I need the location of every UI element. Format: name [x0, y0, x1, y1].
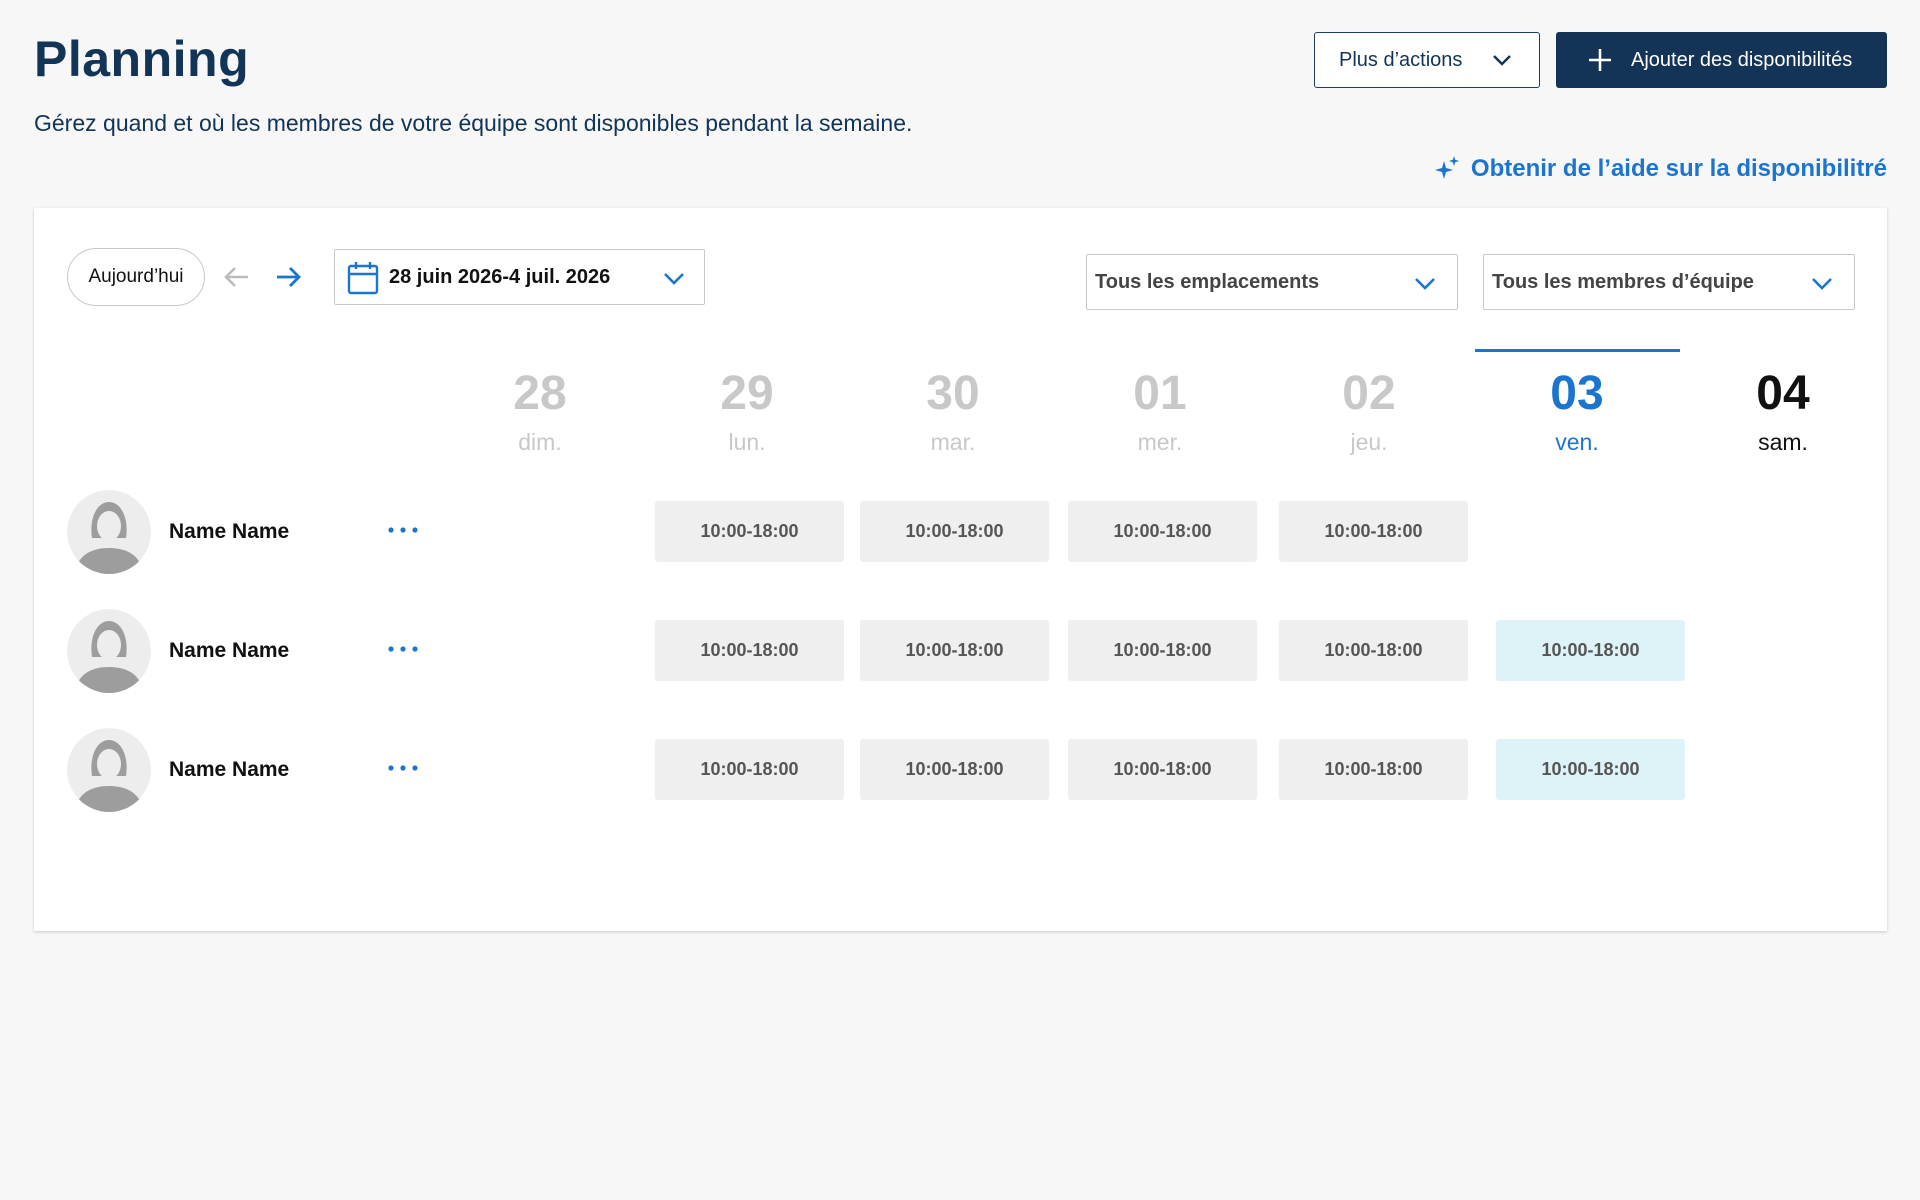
more-actions-button[interactable]: Plus d’actions	[1314, 32, 1540, 88]
member-name: Name Name	[169, 639, 290, 662]
add-availability-button[interactable]: Ajouter des disponibilités	[1556, 32, 1887, 88]
availability-slot[interactable]: 10:00-18:00	[655, 501, 844, 562]
day-number: 02	[1342, 367, 1396, 420]
page-subtitle: Gérez quand et où les membres de votre é…	[34, 110, 913, 136]
availability-slot[interactable]: 10:00-18:00	[1068, 501, 1257, 562]
avatar	[67, 609, 151, 693]
chevron-down-icon	[664, 273, 684, 285]
day-header: 29 lun.	[672, 367, 822, 456]
plus-icon	[1589, 49, 1611, 71]
availability-slot-today[interactable]: 10:00-18:00	[1496, 620, 1685, 681]
location-filter-dropdown[interactable]: Tous les emplacements	[1086, 254, 1458, 310]
day-name: dim.	[518, 428, 562, 455]
chevron-down-icon	[1493, 55, 1511, 66]
availability-slot[interactable]: 10:00-18:00	[655, 739, 844, 800]
availability-slot[interactable]: 10:00-18:00	[1279, 739, 1468, 800]
member-name: Name Name	[169, 758, 290, 781]
more-options-icon[interactable]	[386, 637, 420, 661]
day-name: ven.	[1555, 428, 1599, 455]
date-range-label: 28 juin 2026-4 juil. 2026	[389, 266, 611, 288]
team-filter-label: Tous les membres d’équipe	[1492, 271, 1754, 293]
day-name: mer.	[1137, 428, 1183, 455]
member-name: Name Name	[169, 520, 290, 543]
availability-slot[interactable]: 10:00-18:00	[655, 620, 844, 681]
day-header: 28 dim.	[465, 367, 615, 456]
more-options-icon[interactable]	[386, 756, 420, 780]
day-number: 01	[1133, 367, 1187, 420]
help-link-label: Obtenir de l’aide sur la disponibilitré	[1470, 155, 1887, 182]
arrow-right-icon[interactable]	[274, 263, 302, 291]
day-header: 04 sam.	[1708, 367, 1858, 456]
day-header: 30 mar.	[878, 367, 1028, 456]
schedule-card: Aujourd’hui 28 juin 2026-4 juil. 2026 To…	[34, 208, 1887, 931]
sparkle-icon	[1434, 156, 1459, 179]
chevron-down-icon	[1812, 278, 1832, 290]
calendar-icon	[347, 262, 379, 295]
chevron-down-icon	[1415, 278, 1435, 290]
availability-slot[interactable]: 10:00-18:00	[860, 739, 1049, 800]
availability-slot[interactable]: 10:00-18:00	[860, 620, 1049, 681]
member-row: Name Name 10:00-18:00 10:00-18:00 10:00-…	[34, 609, 1887, 699]
day-name: mar.	[930, 428, 976, 455]
user-avatar-icon	[67, 490, 151, 574]
day-name: jeu.	[1350, 428, 1388, 455]
user-avatar-icon	[67, 609, 151, 693]
day-header-today: 03 ven.	[1502, 367, 1652, 456]
help-link[interactable]: Obtenir de l’aide sur la disponibilitré	[1433, 155, 1887, 183]
availability-slot[interactable]: 10:00-18:00	[1279, 620, 1468, 681]
day-number: 29	[720, 367, 774, 420]
availability-slot[interactable]: 10:00-18:00	[860, 501, 1049, 562]
availability-slot[interactable]: 10:00-18:00	[1068, 739, 1257, 800]
more-options-icon[interactable]	[386, 518, 420, 542]
today-indicator	[1475, 349, 1680, 352]
day-number: 04	[1756, 367, 1810, 420]
day-number: 28	[513, 367, 567, 420]
day-name: sam.	[1758, 428, 1808, 455]
avatar	[67, 728, 151, 812]
avatar	[67, 490, 151, 574]
day-header: 01 mer.	[1085, 367, 1235, 456]
add-availability-label: Ajouter des disponibilités	[1631, 49, 1853, 71]
day-number: 03	[1550, 367, 1604, 420]
availability-slot-today[interactable]: 10:00-18:00	[1496, 739, 1685, 800]
more-actions-label: Plus d’actions	[1339, 48, 1463, 71]
user-avatar-icon	[67, 728, 151, 812]
availability-slot[interactable]: 10:00-18:00	[1279, 501, 1468, 562]
arrow-left-icon[interactable]	[223, 263, 251, 291]
day-name: lun.	[728, 428, 766, 455]
availability-slot[interactable]: 10:00-18:00	[1068, 620, 1257, 681]
day-number: 30	[926, 367, 980, 420]
date-range-picker[interactable]: 28 juin 2026-4 juil. 2026	[334, 249, 705, 305]
member-row: Name Name 10:00-18:00 10:00-18:00 10:00-…	[34, 490, 1887, 580]
location-filter-label: Tous les emplacements	[1095, 271, 1320, 293]
day-header: 02 jeu.	[1294, 367, 1444, 456]
member-row: Name Name 10:00-18:00 10:00-18:00 10:00-…	[34, 728, 1887, 818]
team-filter-dropdown[interactable]: Tous les membres d’équipe	[1483, 254, 1855, 310]
page-title: Planning	[34, 31, 250, 87]
today-button[interactable]: Aujourd’hui	[67, 248, 205, 306]
